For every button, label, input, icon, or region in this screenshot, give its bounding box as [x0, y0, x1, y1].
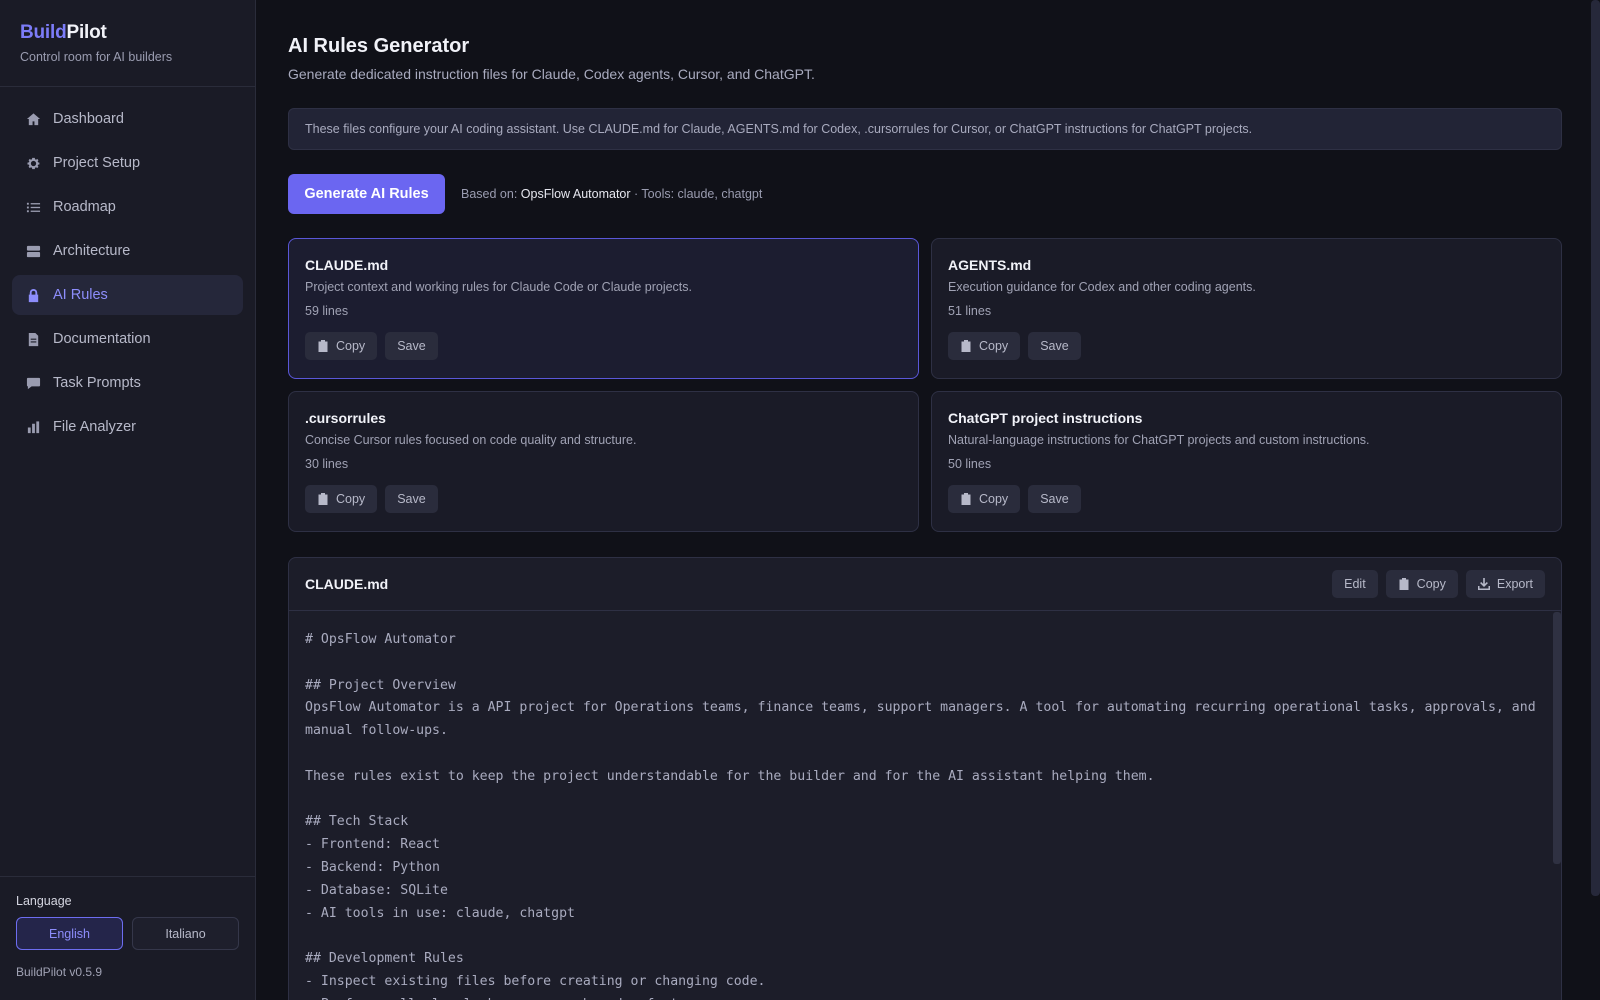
based-on-tools: · Tools: claude, chatgpt	[630, 187, 763, 201]
layers-icon	[25, 243, 41, 259]
language-italiano-button[interactable]: Italiano	[132, 917, 239, 950]
generate-row: Generate AI Rules Based on: OpsFlow Auto…	[288, 174, 762, 214]
save-button[interactable]: Save	[1028, 332, 1081, 360]
gear-icon	[25, 155, 41, 171]
preview-header: CLAUDE.md Edit Copy Export	[289, 558, 1561, 611]
page-subtitle: Generate dedicated instruction files for…	[288, 66, 815, 82]
preview-actions: Edit Copy Export	[1332, 570, 1545, 598]
clipboard-icon	[318, 340, 328, 352]
card-description: Concise Cursor rules focused on code qua…	[305, 433, 637, 447]
sidebar-item-label: Project Setup	[53, 155, 141, 171]
brand-name-part2: Pilot	[66, 22, 107, 43]
save-button[interactable]: Save	[385, 485, 438, 513]
brand-name-part1: Build	[20, 22, 67, 43]
sidebar-nav: Dashboard Project Setup Roadmap Architec…	[0, 87, 255, 463]
copy-label: Copy	[336, 339, 366, 353]
sidebar-item-label: Task Prompts	[53, 375, 141, 391]
card-description: Execution guidance for Codex and other c…	[948, 280, 1256, 294]
main-content: AI Rules Generator Generate dedicated in…	[288, 0, 1562, 1000]
sidebar-item-architecture[interactable]: Architecture	[12, 231, 243, 271]
sidebar: BuildPilot Control room for AI builders …	[0, 0, 256, 1000]
preview-title: CLAUDE.md	[305, 576, 389, 592]
download-icon	[1477, 578, 1490, 590]
copy-label: Copy	[979, 492, 1009, 506]
rules-card-chatgpt[interactable]: ChatGPT project instructions Natural-lan…	[931, 391, 1562, 532]
copy-button[interactable]: Copy	[305, 332, 378, 360]
preview-scrollbar[interactable]	[1553, 612, 1561, 864]
clipboard-icon	[961, 340, 971, 352]
export-button[interactable]: Export	[1465, 570, 1545, 598]
copy-button[interactable]: Copy	[305, 485, 378, 513]
copy-button[interactable]: Copy	[948, 485, 1021, 513]
card-line-count: 51 lines	[948, 304, 992, 318]
save-button[interactable]: Save	[385, 332, 438, 360]
home-icon	[25, 111, 41, 127]
sidebar-item-dashboard[interactable]: Dashboard	[12, 99, 243, 139]
rules-card-cursorrules[interactable]: .cursorrules Concise Cursor rules focuse…	[288, 391, 919, 532]
export-label: Export	[1496, 577, 1533, 591]
card-title: .cursorrules	[305, 410, 386, 426]
clipboard-icon	[318, 493, 328, 505]
app-version: BuildPilot v0.5.9	[16, 965, 103, 979]
sidebar-item-ai-rules[interactable]: AI Rules	[12, 275, 243, 315]
copy-button[interactable]: Copy	[948, 332, 1021, 360]
card-description: Natural-language instructions for ChatGP…	[948, 433, 1370, 447]
card-actions: Copy Save	[948, 332, 1545, 360]
copy-label: Copy	[336, 492, 366, 506]
card-title: CLAUDE.md	[305, 257, 389, 273]
sidebar-item-label: AI Rules	[53, 287, 108, 303]
save-button[interactable]: Save	[1028, 485, 1081, 513]
file-preview-panel: CLAUDE.md Edit Copy Export # OpsFlow Aut…	[288, 557, 1562, 1000]
brand: BuildPilot Control room for AI builders	[0, 0, 255, 87]
card-line-count: 59 lines	[305, 304, 349, 318]
card-actions: Copy Save	[305, 485, 902, 513]
sidebar-item-label: File Analyzer	[53, 419, 137, 435]
language-label: Language	[16, 894, 72, 908]
sidebar-item-label: Roadmap	[53, 199, 116, 215]
card-title: ChatGPT project instructions	[948, 410, 1143, 426]
chat-icon	[25, 375, 41, 391]
page-scrollbar[interactable]	[1591, 0, 1600, 896]
copy-label: Copy	[1416, 577, 1446, 591]
info-banner: These files configure your AI coding ass…	[288, 108, 1562, 150]
page-title: AI Rules Generator	[288, 35, 470, 57]
generate-ai-rules-button[interactable]: Generate AI Rules	[288, 174, 445, 214]
rules-card-agents[interactable]: AGENTS.md Execution guidance for Codex a…	[931, 238, 1562, 379]
list-icon	[25, 199, 41, 215]
sidebar-item-task-prompts[interactable]: Task Prompts	[12, 363, 243, 403]
language-english-button[interactable]: English	[16, 917, 123, 950]
sidebar-item-project-setup[interactable]: Project Setup	[12, 143, 243, 183]
copy-button[interactable]: Copy	[1385, 570, 1458, 598]
brand-subtitle: Control room for AI builders	[20, 50, 173, 64]
brand-logo[interactable]: BuildPilot	[20, 22, 235, 44]
sidebar-item-label: Dashboard	[53, 111, 124, 127]
sidebar-item-label: Documentation	[53, 331, 151, 347]
sidebar-footer: Language English Italiano BuildPilot v0.…	[0, 876, 255, 1000]
card-line-count: 30 lines	[305, 457, 349, 471]
clipboard-icon	[961, 493, 971, 505]
clipboard-icon	[1399, 578, 1409, 590]
based-on-project: OpsFlow Automator	[520, 187, 631, 201]
sidebar-item-file-analyzer[interactable]: File Analyzer	[12, 407, 243, 447]
sidebar-item-roadmap[interactable]: Roadmap	[12, 187, 243, 227]
card-actions: Copy Save	[305, 332, 902, 360]
file-content[interactable]: # OpsFlow Automator ## Project Overview …	[289, 611, 1561, 1000]
document-icon	[25, 331, 41, 347]
based-on-prefix: Based on:	[461, 187, 521, 201]
sidebar-item-label: Architecture	[53, 243, 131, 259]
edit-button[interactable]: Edit	[1332, 570, 1378, 598]
lock-icon	[25, 287, 41, 303]
language-switcher: English Italiano	[16, 917, 239, 950]
sidebar-item-documentation[interactable]: Documentation	[12, 319, 243, 359]
based-on-text: Based on: OpsFlow Automator · Tools: cla…	[461, 187, 762, 201]
card-line-count: 50 lines	[948, 457, 992, 471]
copy-label: Copy	[979, 339, 1009, 353]
card-description: Project context and working rules for Cl…	[305, 280, 693, 294]
card-title: AGENTS.md	[948, 257, 1032, 273]
rules-card-claude[interactable]: CLAUDE.md Project context and working ru…	[288, 238, 919, 379]
bar-chart-icon	[25, 419, 41, 435]
card-actions: Copy Save	[948, 485, 1545, 513]
